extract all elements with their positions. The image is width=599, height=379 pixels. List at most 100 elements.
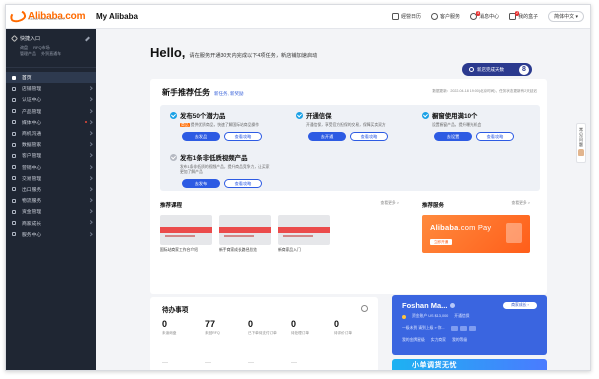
pending-placeholders: — — — —	[162, 360, 334, 366]
settings-icon[interactable]	[361, 305, 368, 312]
language-select[interactable]: 简体中文 ▾	[548, 11, 584, 22]
view-guide-button[interactable]: 查看攻略	[224, 132, 262, 142]
customer-service-label: 客户服务	[440, 14, 461, 20]
gold-star-link[interactable]: 我的金牌星级	[402, 338, 425, 343]
verified-supplier-link[interactable]: 实力商家	[431, 338, 446, 343]
course-caption: 新商家品入门	[278, 248, 301, 252]
trade-assurance-link[interactable]: 开通信保	[454, 314, 469, 319]
services-more-link[interactable]: 查看更多 >	[512, 201, 530, 206]
shop-name[interactable]: Foshan Ma...	[402, 301, 447, 310]
sidebar-item-label: 店铺管理	[22, 87, 42, 93]
sidebar-item-media[interactable]: 媒体中心	[6, 117, 96, 128]
publish-products-button[interactable]: 去发品	[182, 132, 220, 142]
my-level-link[interactable]: 我的等级	[452, 338, 467, 343]
set-showcase-button[interactable]: 去设置	[434, 132, 472, 142]
new-tasks-link[interactable]: 新任务, 新奖励	[214, 91, 244, 97]
stat-value: 0	[291, 319, 297, 329]
level-tags	[450, 326, 476, 331]
check-circle-icon	[296, 112, 303, 119]
quick-link-rfq[interactable]: RFQ市场	[33, 45, 49, 50]
new-store-days-pill[interactable]: 新店完成天数 8	[462, 63, 532, 76]
task-showcase: 橱窗使用满10个 设置橱窗产品，提升曝光机会 去设置 查看攻略	[422, 111, 542, 142]
task-desc: 设置橱窗产品，提升曝光机会	[432, 123, 482, 127]
promo-banner[interactable]: 小单调货无忧	[392, 359, 547, 370]
logistics-icon	[12, 198, 16, 203]
stat-label: 待评价订单	[334, 331, 352, 335]
sidebar-item-customer[interactable]: 客户管理	[6, 150, 96, 161]
view-guide-button[interactable]: 查看攻略	[476, 132, 514, 142]
placeholder-dash: —	[162, 360, 168, 366]
task-desc: 开通信保，享受官方担保的交易，保障买卖双方	[306, 123, 386, 127]
task-open-trade-assurance: 开通信保 开通信保，享受官方担保的交易，保障买卖双方 去开通 查看攻略	[296, 111, 416, 142]
sidebar-item-label: 物流服务	[22, 199, 42, 205]
publish-video-button[interactable]: 去发布	[182, 179, 220, 189]
top-right-menu: 經營日历 客户服务 3 消息中心 2 我的盒子 简体中文 ▾	[392, 11, 584, 22]
stat-review-orders[interactable]: 0 待评价订单	[334, 319, 377, 336]
calendar-link[interactable]: 經營日历	[392, 13, 421, 20]
chevron-right-icon	[87, 220, 92, 225]
sidebar-item-home[interactable]: 首页	[6, 72, 96, 84]
task-title: 橱窗使用满10个	[432, 113, 478, 120]
sidebar-item-service[interactable]: 服务中心	[6, 229, 96, 240]
greeting-title: Hello,	[150, 45, 186, 60]
courses-more-link[interactable]: 查看更多 >	[381, 201, 399, 206]
growth-icon	[12, 221, 16, 226]
app-window: Alibaba.com Global trade starts here. My…	[5, 4, 591, 371]
chevron-right-icon	[87, 86, 92, 91]
quick-link-p4p[interactable]: 外贸直通车	[41, 51, 61, 56]
sidebar-item-store[interactable]: 店铺管理	[6, 83, 96, 94]
task-desc: 发布1条非低质的视频产品，提升商品竞争力，让买家更加了解产品	[180, 165, 270, 175]
stat-rfq[interactable]: 77 未回RFQ	[205, 319, 248, 336]
sidebar-item-product[interactable]: 产品管理	[6, 106, 96, 117]
sidebar-item-label: 资金管理	[22, 210, 42, 216]
course-card[interactable]: 新手商家成长路径总览	[219, 215, 271, 253]
check-circle-icon	[170, 112, 177, 119]
alibaba-pay-banner[interactable]: Alibaba.com Pay 立即开通	[422, 215, 530, 253]
message-center-link[interactable]: 3 消息中心	[470, 11, 500, 20]
home-icon	[12, 75, 16, 80]
chevron-right-icon	[87, 97, 92, 102]
sidebar-item-trade[interactable]: 交易管理	[6, 173, 96, 184]
stat-label: 待处理订单	[291, 331, 309, 335]
edit-icon[interactable]	[85, 36, 90, 41]
top-bar: Alibaba.com Global trade starts here. My…	[6, 5, 590, 29]
quick-link-manage-products[interactable]: 管理产品	[20, 51, 36, 56]
sidebar-item-label: 商机沟通	[22, 132, 42, 138]
open-assurance-button[interactable]: 去开通	[308, 132, 346, 142]
stat-value: 0	[162, 319, 168, 329]
task-title: 发布1条非低质视频产品	[180, 155, 248, 162]
stat-unpaid-orders[interactable]: 0 已下单待支付订单	[248, 319, 291, 336]
sidebar-item-marketing[interactable]: 营销中心	[6, 162, 96, 173]
check-circle-icon	[170, 154, 177, 161]
sidebar-item-verify[interactable]: 认证中心	[6, 94, 96, 105]
customer-service-link[interactable]: 客户服务	[431, 13, 460, 20]
my-box-link[interactable]: 2 我的盒子	[509, 11, 538, 20]
stat-label: 未回RFQ	[205, 331, 220, 335]
faq-float-button[interactable]: 常见问题	[576, 123, 586, 163]
sidebar-item-growth[interactable]: 商家成长	[6, 217, 96, 228]
course-card[interactable]: 国际站商家工作台介绍	[160, 215, 212, 253]
chevron-right-icon	[87, 209, 92, 214]
course-card[interactable]: 新商家品入门	[278, 215, 330, 253]
sidebar-item-logistics[interactable]: 物流服务	[6, 195, 96, 206]
sidebar-item-data[interactable]: 数据管家	[6, 139, 96, 150]
course-thumbnail	[219, 215, 271, 245]
view-guide-button[interactable]: 查看攻略	[224, 179, 262, 189]
quick-link-inquiry[interactable]: 询盘	[20, 45, 28, 50]
pay-open-button[interactable]: 立即开通	[430, 239, 452, 245]
pending-stats: 0 未读询盘 77 未回RFQ 0 已下单待支付订单 0 待处理订单 0 待评价订单	[162, 319, 377, 336]
service-icon	[12, 232, 16, 237]
placeholder-dash: —	[248, 360, 254, 366]
sidebar-item-finance[interactable]: 资金管理	[6, 206, 96, 217]
view-guide-button[interactable]: 查看攻略	[350, 132, 388, 142]
product-icon	[12, 109, 16, 114]
fund-account[interactable]: 资金账户 US $13,000	[412, 314, 448, 319]
chevron-right-icon	[87, 232, 92, 236]
message-badge: 3	[476, 11, 481, 16]
merchant-growth-button[interactable]: 商家成长 ›	[503, 302, 537, 309]
sidebar-item-chat[interactable]: 商机沟通	[6, 128, 96, 139]
message-center-label: 消息中心	[479, 14, 500, 20]
stat-pending-orders[interactable]: 0 待处理订单	[291, 319, 334, 336]
stat-unread-inquiries[interactable]: 0 未读询盘	[162, 319, 205, 336]
sidebar-item-export[interactable]: 出口服务	[6, 184, 96, 195]
